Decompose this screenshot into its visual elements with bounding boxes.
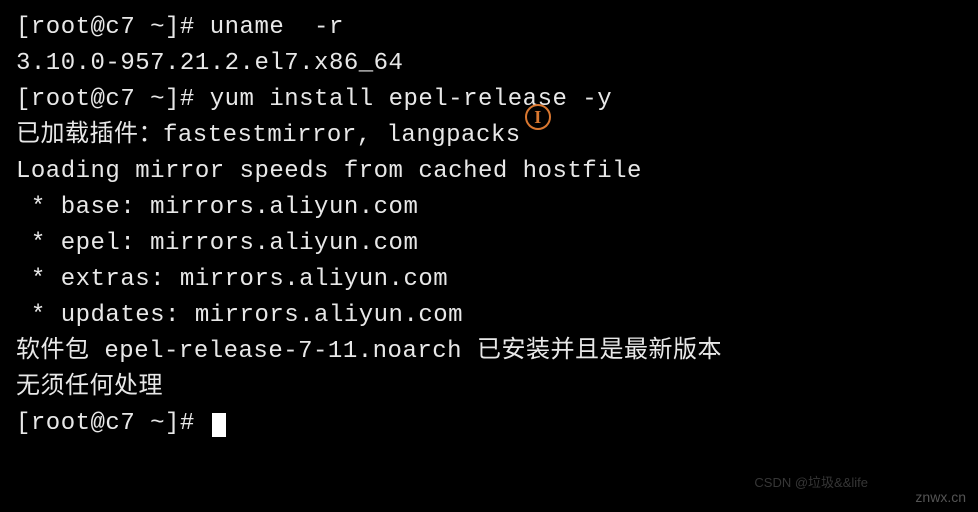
- shell-prompt: [root@c7 ~]#: [16, 14, 210, 41]
- watermark-csdn: CSDN @垃圾&&life: [754, 473, 868, 493]
- terminal-line: Loading mirror speeds from cached hostfi…: [16, 154, 962, 190]
- terminal-line: * updates: mirrors.aliyun.com: [16, 298, 962, 334]
- terminal-line: * base: mirrors.aliyun.com: [16, 190, 962, 226]
- shell-command: yum install epel-release -y: [210, 86, 612, 113]
- terminal-line: 软件包 epel-release-7-11.noarch 已安装并且是最新版本: [16, 334, 962, 370]
- terminal-line: [root@c7 ~]# yum install epel-release -y: [16, 82, 962, 118]
- terminal-line: * epel: mirrors.aliyun.com: [16, 226, 962, 262]
- terminal-line: 已加载插件：fastestmirror, langpacks: [16, 118, 962, 154]
- shell-command: uname -r: [210, 14, 344, 41]
- terminal-line: 无须任何处理: [16, 370, 962, 406]
- terminal-output[interactable]: [root@c7 ~]# uname -r3.10.0-957.21.2.el7…: [16, 10, 962, 442]
- shell-prompt: [root@c7 ~]#: [16, 410, 210, 437]
- terminal-line: 3.10.0-957.21.2.el7.x86_64: [16, 46, 962, 82]
- terminal-line: * extras: mirrors.aliyun.com: [16, 262, 962, 298]
- terminal-line: [root@c7 ~]# uname -r: [16, 10, 962, 46]
- watermark-znwx: znwx.cn: [915, 487, 966, 508]
- terminal-line: [root@c7 ~]#: [16, 406, 962, 442]
- cursor-block-icon: [212, 413, 226, 437]
- shell-prompt: [root@c7 ~]#: [16, 86, 210, 113]
